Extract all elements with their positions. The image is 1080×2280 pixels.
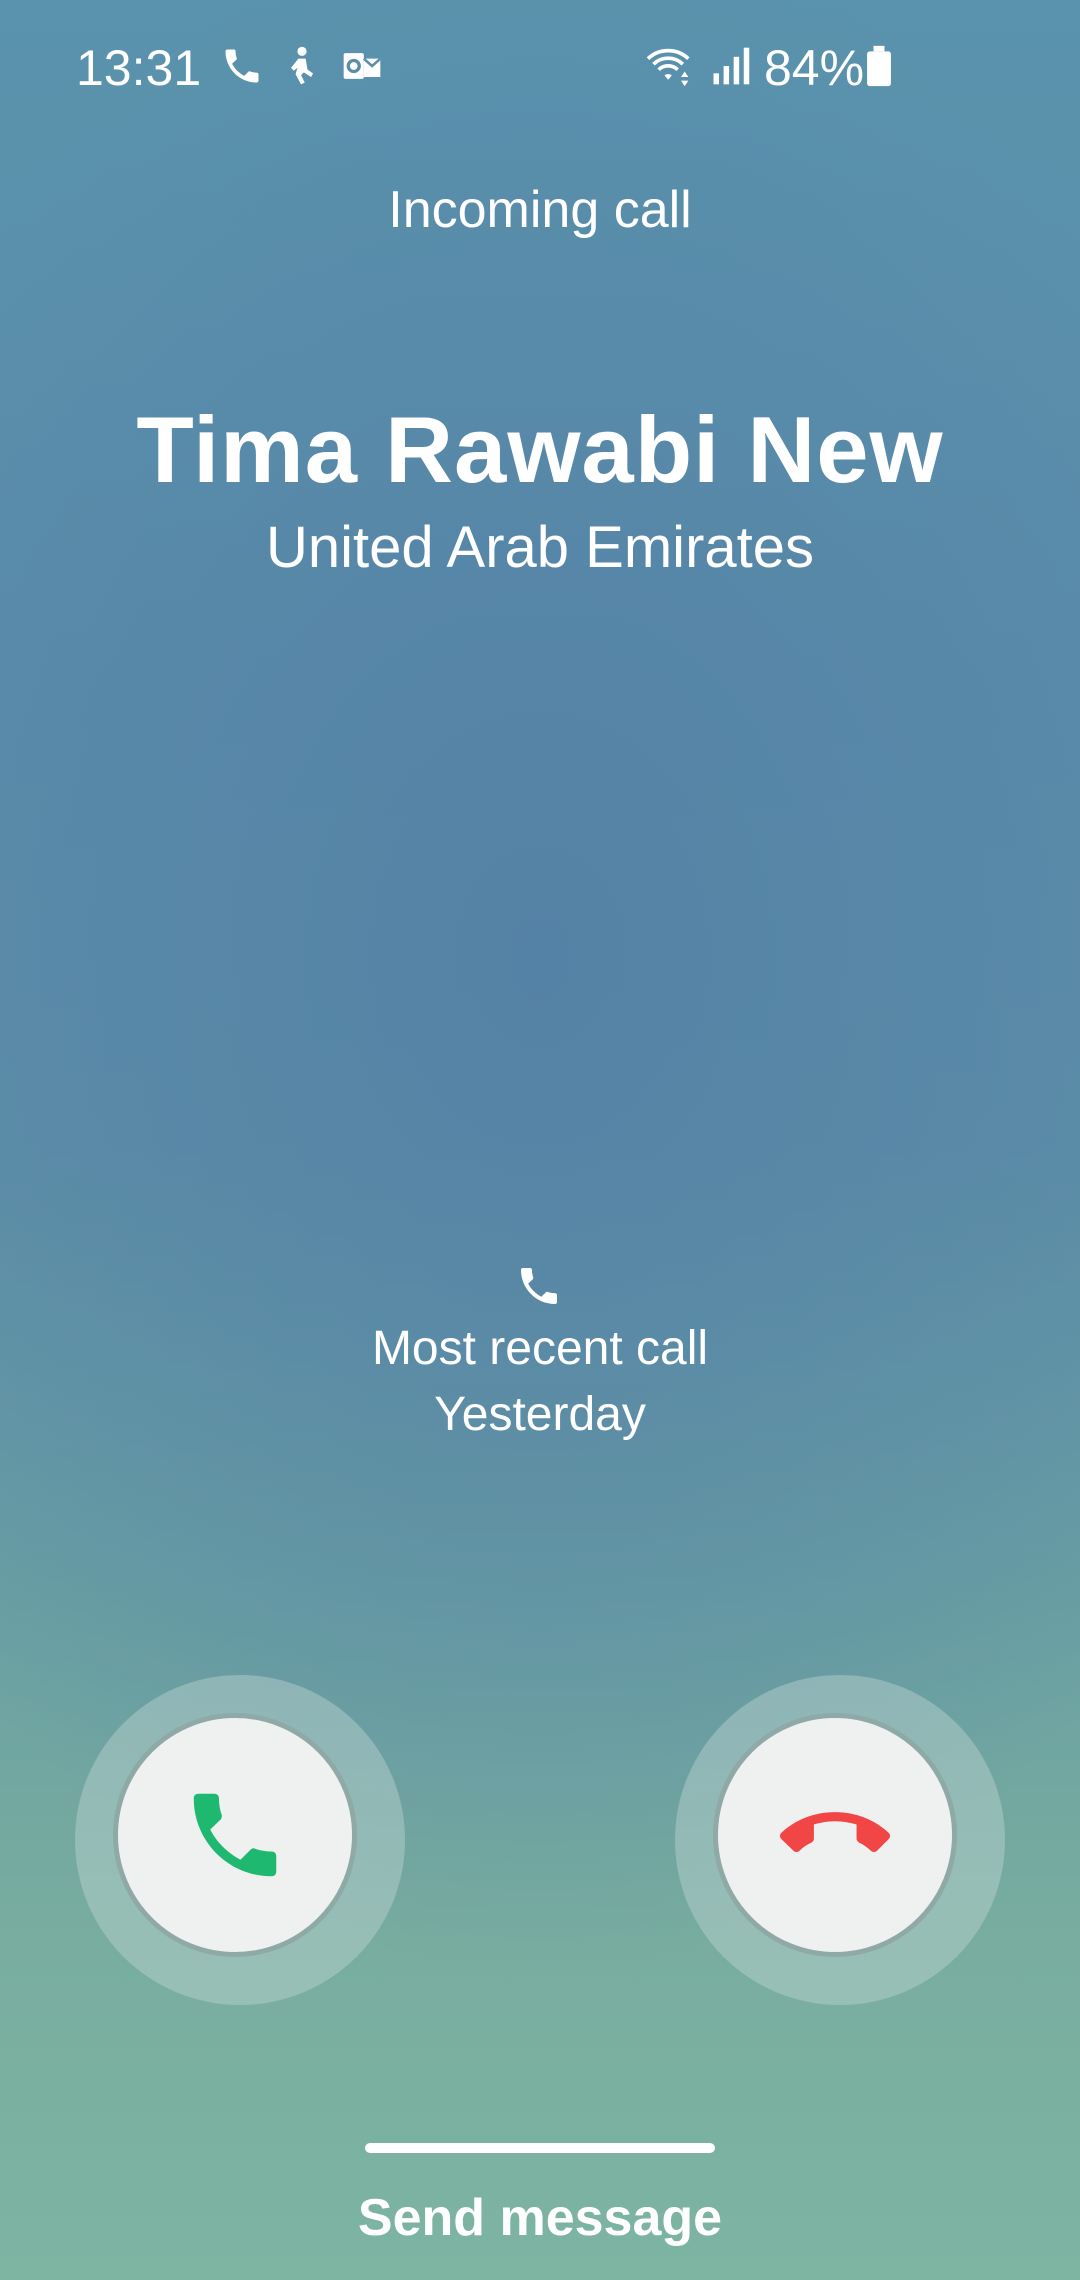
phone-accept-icon xyxy=(193,1793,277,1877)
outlook-icon xyxy=(340,44,384,88)
decline-button-circle[interactable] xyxy=(713,1713,957,1957)
status-bar: 13:31 84% xyxy=(0,0,1080,140)
call-status-header: Incoming call xyxy=(388,181,692,239)
accept-button-circle[interactable] xyxy=(113,1713,357,1957)
recent-call-label: Most recent call xyxy=(371,1322,709,1375)
accessibility-icon xyxy=(280,44,324,88)
accept-call-button[interactable] xyxy=(75,1675,405,2005)
battery-icon xyxy=(862,44,896,88)
caller-name: Tima Rawabi New xyxy=(136,397,944,502)
recent-call-time: Yesterday xyxy=(434,1388,646,1441)
send-message-button[interactable]: Send message xyxy=(0,2188,1080,2248)
battery-percent: 84% xyxy=(764,40,865,96)
decline-call-button[interactable] xyxy=(675,1675,1005,2005)
status-time: 13:31 xyxy=(76,40,202,96)
caller-location: United Arab Emirates xyxy=(265,515,815,580)
phone-decline-icon xyxy=(780,1812,890,1852)
wifi-icon xyxy=(644,44,696,88)
recent-call-phone-icon xyxy=(515,1262,563,1310)
send-message-handle[interactable] xyxy=(365,2143,715,2153)
phone-icon xyxy=(220,44,264,88)
signal-icon xyxy=(708,44,752,88)
